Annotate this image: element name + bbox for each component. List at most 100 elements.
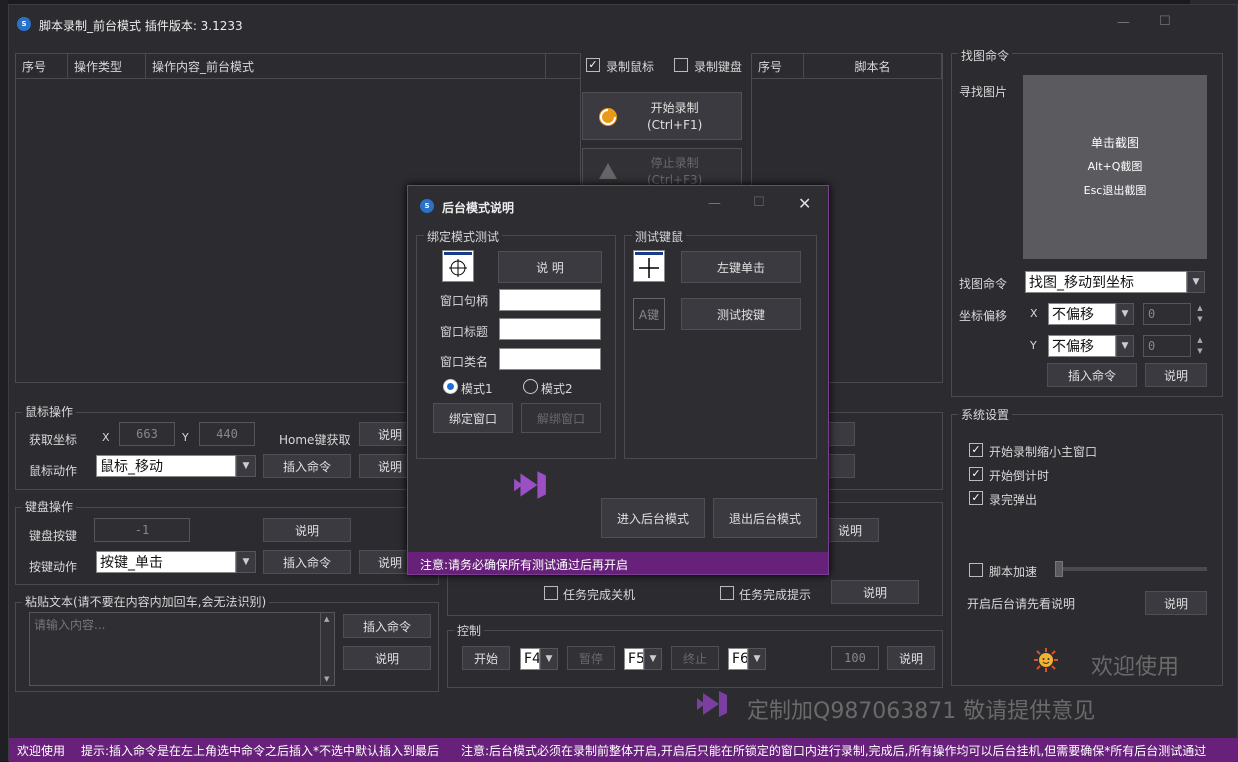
find-cmd-label: 找图命令 xyxy=(959,277,1008,291)
col-script-name[interactable]: 脚本名 xyxy=(804,54,942,78)
caption-label: 窗口标题 xyxy=(440,325,489,339)
offset-x-label: X xyxy=(1030,307,1038,320)
option-shrink-checkbox[interactable]: ✓ xyxy=(969,443,983,457)
x-coord-field[interactable]: 663 xyxy=(119,422,175,446)
chevron-down-icon[interactable]: ▼ xyxy=(1116,303,1134,325)
col-op-type[interactable]: 操作类型 xyxy=(68,54,146,78)
chevron-down-icon[interactable]: ▼ xyxy=(236,455,256,477)
get-coord-label: 获取坐标 xyxy=(29,433,78,447)
status-notice: 注意:后台模式必须在录制前整体开启,开启后只能在所锁定的窗口内进行录制,完成后,… xyxy=(461,744,1207,758)
y-coord-field[interactable]: 440 xyxy=(199,422,255,446)
dialog-app-icon: S xyxy=(420,199,434,213)
crosshair-icon[interactable] xyxy=(442,250,474,282)
shutdown-label: 任务完成关机 xyxy=(563,588,636,602)
find-help-button[interactable]: 说明 xyxy=(1145,363,1207,387)
pause-key-select[interactable]: F5 xyxy=(624,648,644,670)
pause-button[interactable]: 暂停 xyxy=(567,646,615,670)
capture-area[interactable]: 单击截图 Alt+Q截图 Esc退出截图 xyxy=(1023,75,1207,259)
unbind-window-button[interactable]: 解绑窗口 xyxy=(521,403,601,433)
offset-x-number[interactable]: 0 xyxy=(1143,303,1191,325)
vs-logo-icon xyxy=(512,469,548,501)
stop-key-select[interactable]: F6 xyxy=(728,648,748,670)
class-label: 窗口类名 xyxy=(440,355,489,369)
start-record-shortcut: (Ctrl+F1) xyxy=(647,118,703,132)
maximize-icon[interactable]: ☐ xyxy=(1159,14,1171,29)
app-icon: S xyxy=(17,17,31,31)
mouse-action-select[interactable]: 鼠标_移动 xyxy=(96,455,236,477)
dialog-minimize-icon[interactable]: — xyxy=(708,196,721,211)
start-record-label: 开始录制 xyxy=(650,101,699,115)
dialog-maximize-icon[interactable]: ☐ xyxy=(753,195,765,210)
task-help-button[interactable]: 说明 xyxy=(831,580,919,604)
stop-record-button[interactable]: 停止录制 (Ctrl+F3) xyxy=(582,148,742,188)
offset-y-select[interactable]: 不偏移 xyxy=(1048,335,1116,357)
chevron-down-icon[interactable]: ▼ xyxy=(1116,335,1134,357)
option-popup-checkbox[interactable]: ✓ xyxy=(969,491,983,505)
test-key-button[interactable]: 测试按键 xyxy=(681,298,801,330)
col-op-content[interactable]: 操作内容_前台模式 xyxy=(146,54,546,78)
option-countdown-label: 开始倒计时 xyxy=(989,469,1050,483)
close-icon[interactable]: ✕ xyxy=(798,194,811,213)
middle-help-button[interactable]: 说明 xyxy=(821,518,879,542)
enter-background-button[interactable]: 进入后台模式 xyxy=(601,498,705,538)
key-help-button[interactable]: 说明 xyxy=(263,518,351,542)
option-countdown-checkbox[interactable]: ✓ xyxy=(969,467,983,481)
chevron-down-icon[interactable]: ▼ xyxy=(1187,271,1205,293)
scrollbar[interactable]: ▲ ▼ xyxy=(320,613,334,685)
mode1-radio[interactable] xyxy=(443,379,458,394)
key-insert-button[interactable]: 插入命令 xyxy=(263,550,351,574)
start-key-select[interactable]: F4 xyxy=(520,648,540,670)
notify-checkbox[interactable] xyxy=(720,586,734,600)
chevron-down-icon[interactable]: ▼ xyxy=(236,551,256,573)
chevron-down-icon[interactable]: ▼ xyxy=(540,648,558,670)
key-label: 键盘按键 xyxy=(29,529,78,543)
handle-input[interactable] xyxy=(499,289,601,311)
offset-label: 坐标偏移 xyxy=(959,309,1008,323)
status-bar: 欢迎使用 提示:插入命令是在左上角选中命令之后插入*不选中默认插入到最后 注意:… xyxy=(9,738,1238,762)
key-icon[interactable]: A键 xyxy=(633,298,665,330)
shutdown-checkbox[interactable] xyxy=(544,586,558,600)
bind-window-button[interactable]: 绑定窗口 xyxy=(433,403,513,433)
key-field[interactable]: -1 xyxy=(94,518,190,542)
spinner-icon[interactable]: ▲ ▼ xyxy=(1193,303,1207,325)
cross-icon[interactable] xyxy=(633,250,665,282)
find-insert-button[interactable]: 插入命令 xyxy=(1047,363,1137,387)
mouse-insert-button[interactable]: 插入命令 xyxy=(263,454,351,478)
chevron-down-icon[interactable]: ▼ xyxy=(644,648,662,670)
home-hint: Home键获取 xyxy=(279,433,351,447)
x-label: X xyxy=(102,431,110,444)
paste-textarea[interactable]: 请输入内容... ▲ ▼ xyxy=(29,612,335,686)
stop-button[interactable]: 终止 xyxy=(671,646,719,670)
exit-background-button[interactable]: 退出后台模式 xyxy=(713,498,817,538)
paste-insert-button[interactable]: 插入命令 xyxy=(343,614,431,638)
slider-handle[interactable] xyxy=(1055,561,1063,577)
system-help-button[interactable]: 说明 xyxy=(1145,591,1207,615)
record-mouse-checkbox[interactable]: ✓ xyxy=(586,58,600,72)
caption-input[interactable] xyxy=(499,318,601,340)
find-cmd-select[interactable]: 找图_移动到坐标 xyxy=(1025,271,1187,293)
mode2-radio[interactable] xyxy=(523,379,538,394)
class-input[interactable] xyxy=(499,348,601,370)
offset-y-number[interactable]: 0 xyxy=(1143,335,1191,357)
speedup-checkbox[interactable] xyxy=(969,563,983,577)
count-field[interactable]: 100 xyxy=(831,646,879,670)
control-help-button[interactable]: 说明 xyxy=(887,646,935,670)
record-keyboard-checkbox[interactable] xyxy=(674,58,688,72)
offset-x-select[interactable]: 不偏移 xyxy=(1048,303,1116,325)
start-button[interactable]: 开始 xyxy=(462,646,510,670)
key-action-select[interactable]: 按键_单击 xyxy=(96,551,236,573)
col-index[interactable]: 序号 xyxy=(16,54,68,78)
bind-help-button[interactable]: 说 明 xyxy=(498,251,602,283)
speed-slider[interactable] xyxy=(1055,561,1207,577)
col-script-index[interactable]: 序号 xyxy=(752,54,804,78)
minimize-icon[interactable]: — xyxy=(1117,15,1130,30)
chevron-down-icon[interactable]: ▼ xyxy=(748,648,766,670)
offset-y-label: Y xyxy=(1030,339,1037,352)
sun-icon xyxy=(1033,647,1059,673)
left-click-button[interactable]: 左键单击 xyxy=(681,251,801,283)
paste-help-button[interactable]: 说明 xyxy=(343,646,431,670)
spinner-icon[interactable]: ▲ ▼ xyxy=(1193,335,1207,357)
record-icon xyxy=(599,108,617,126)
dialog-title: 后台模式说明 xyxy=(442,201,515,215)
start-record-button[interactable]: 开始录制 (Ctrl+F1) xyxy=(582,92,742,140)
